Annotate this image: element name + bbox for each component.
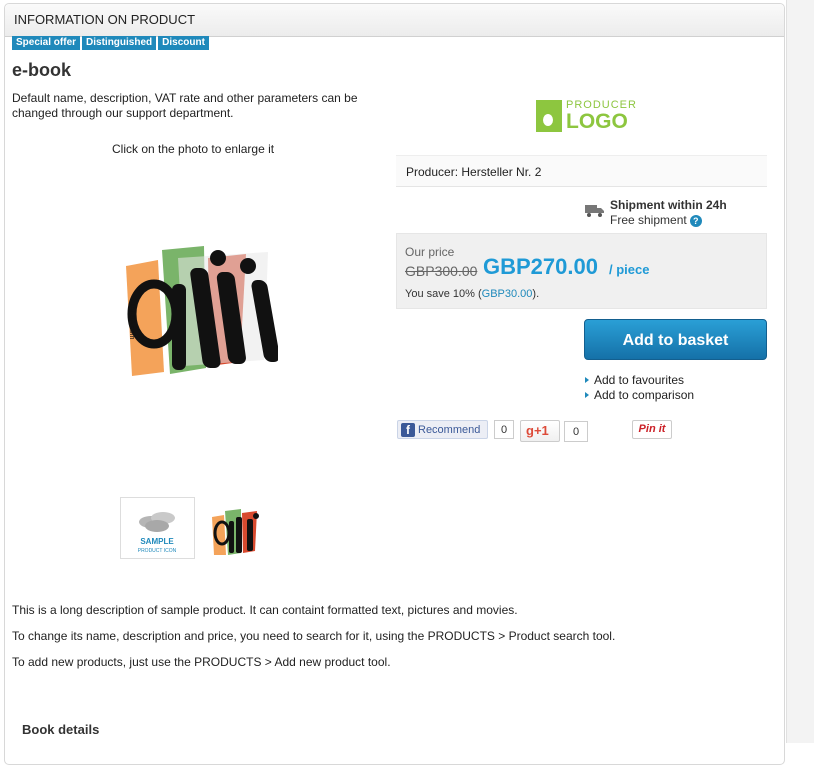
- old-price: GBP300.00: [405, 263, 478, 279]
- badge-row: Special offer Distinguished Discount: [12, 36, 209, 50]
- long-description-para-1: This is a long description of sample pro…: [12, 603, 518, 617]
- product-title: e-book: [12, 60, 72, 80]
- facebook-count: 0: [494, 420, 514, 439]
- product-main-photo[interactable]: IAI-SA.com: [118, 244, 278, 384]
- facebook-label: Recommend: [418, 424, 481, 436]
- add-to-favourites-link[interactable]: Add to favourites: [584, 373, 694, 388]
- producer-logo[interactable]: PRODUCER LOGO: [536, 100, 637, 132]
- shipment-subtitle-text: Free shipment: [610, 213, 687, 227]
- long-description-para-2: To change its name, description and pric…: [12, 629, 616, 643]
- price-box: Our price GBP300.00 GBP270.00 / piece Yo…: [396, 233, 767, 309]
- long-description-para-3: To add new products, just use the PRODUC…: [12, 655, 391, 669]
- google-plus-button[interactable]: g+1: [520, 420, 560, 442]
- savings-prefix: You save 10% (: [405, 288, 482, 300]
- panel-header: INFORMATION ON PRODUCT: [5, 4, 784, 37]
- thumbnail-sample[interactable]: SAMPLE PRODUCT ICON: [120, 497, 195, 559]
- book-details-heading: Book details: [22, 722, 100, 737]
- google-plus-icon: g: [526, 423, 534, 438]
- shipment-subtitle: Free shipment?: [610, 213, 702, 227]
- thumbnail-product[interactable]: [209, 507, 265, 557]
- right-scroll-area: [786, 0, 814, 743]
- thumb-label-1: SAMPLE: [140, 537, 174, 546]
- sample-icon: SAMPLE PRODUCT ICON: [138, 512, 177, 554]
- producer-logo-big: LOGO: [566, 110, 628, 133]
- facebook-recommend-button[interactable]: f Recommend: [397, 420, 488, 439]
- producer-row: Producer: Hersteller Nr. 2: [396, 155, 767, 187]
- add-to-basket-button[interactable]: Add to basket: [584, 319, 767, 360]
- product-intro: Default name, description, VAT rate and …: [12, 91, 358, 120]
- badge-discount[interactable]: Discount: [158, 36, 209, 50]
- thumb-label-2: PRODUCT ICON: [138, 548, 177, 554]
- badge-special-offer[interactable]: Special offer: [12, 36, 81, 50]
- badge-distinguished[interactable]: Distinguished: [82, 36, 157, 50]
- long-description: This is a long description of sample pro…: [12, 603, 752, 681]
- savings-amount: GBP30.00: [481, 288, 533, 300]
- action-links: Add to favourites Add to comparison: [584, 373, 694, 403]
- savings-suffix: ).: [532, 288, 540, 300]
- help-icon[interactable]: ?: [689, 214, 702, 227]
- photo-side-text: IAI-SA.com: [128, 304, 135, 340]
- google-plus-label: +1: [533, 423, 549, 438]
- truck-icon: [585, 205, 604, 217]
- google-plus-count: 0: [564, 421, 588, 442]
- photo-hint: Click on the photo to enlarge it: [112, 142, 275, 156]
- add-to-comparison-link[interactable]: Add to comparison: [584, 388, 694, 403]
- price-label: Our price: [405, 245, 455, 259]
- pinterest-button[interactable]: Pin it: [632, 420, 672, 439]
- price-unit: / piece: [609, 262, 650, 277]
- savings-text: You save 10% (GBP30.00).: [405, 288, 539, 300]
- pinterest-label: Pin it: [638, 423, 666, 435]
- producer-logo-mark: [536, 100, 562, 132]
- new-price: GBP270.00: [483, 254, 598, 279]
- shipment-title: Shipment within 24h: [610, 198, 727, 212]
- facebook-icon: f: [401, 423, 415, 437]
